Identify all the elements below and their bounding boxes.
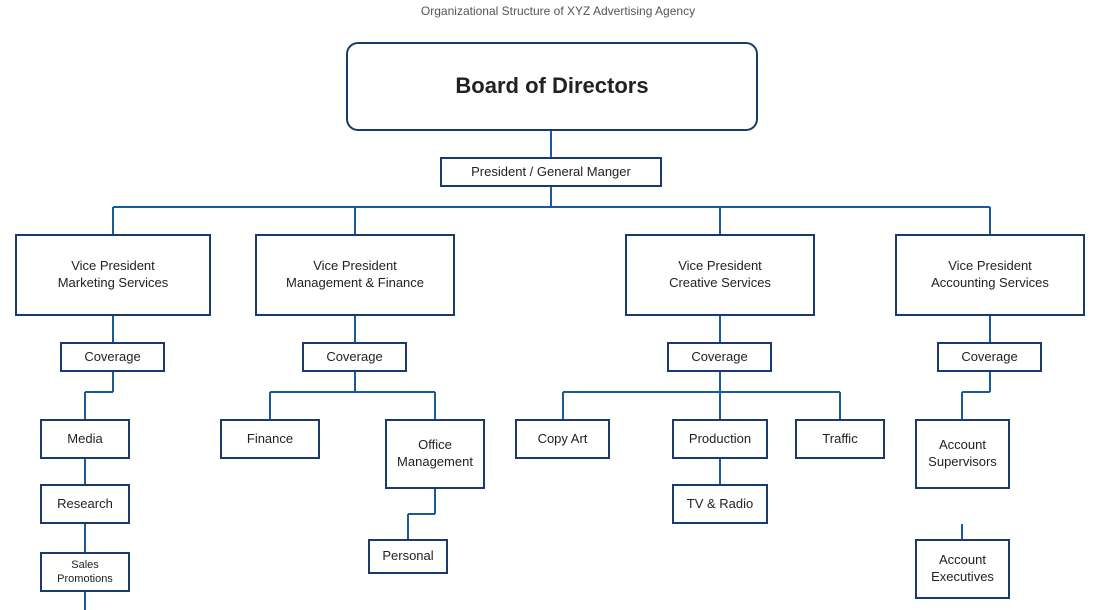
page-title: Organizational Structure of XYZ Advertis…: [0, 0, 1116, 24]
coverage-marketing-box: Coverage: [60, 342, 165, 372]
tv-radio-box: TV & Radio: [672, 484, 768, 524]
coverage-management-box: Coverage: [302, 342, 407, 372]
personal-box: Personal: [368, 539, 448, 574]
account-executives-box: Account Executives: [915, 539, 1010, 599]
media-box: Media: [40, 419, 130, 459]
vp-accounting-box: Vice President Accounting Services: [895, 234, 1085, 316]
sales-promotions-box: Sales Promotions: [40, 552, 130, 592]
traffic-box: Traffic: [795, 419, 885, 459]
finance-box: Finance: [220, 419, 320, 459]
vp-management-box: Vice President Management & Finance: [255, 234, 455, 316]
copy-art-box: Copy Art: [515, 419, 610, 459]
account-supervisors-box: Account Supervisors: [915, 419, 1010, 489]
vp-marketing-box: Vice President Marketing Services: [15, 234, 211, 316]
coverage-accounting-box: Coverage: [937, 342, 1042, 372]
production-box: Production: [672, 419, 768, 459]
president-box: President / General Manger: [440, 157, 662, 187]
board-of-directors-box: Board of Directors: [346, 42, 758, 131]
research-box: Research: [40, 484, 130, 524]
coverage-creative-box: Coverage: [667, 342, 772, 372]
vp-creative-box: Vice President Creative Services: [625, 234, 815, 316]
office-management-box: Office Management: [385, 419, 485, 489]
